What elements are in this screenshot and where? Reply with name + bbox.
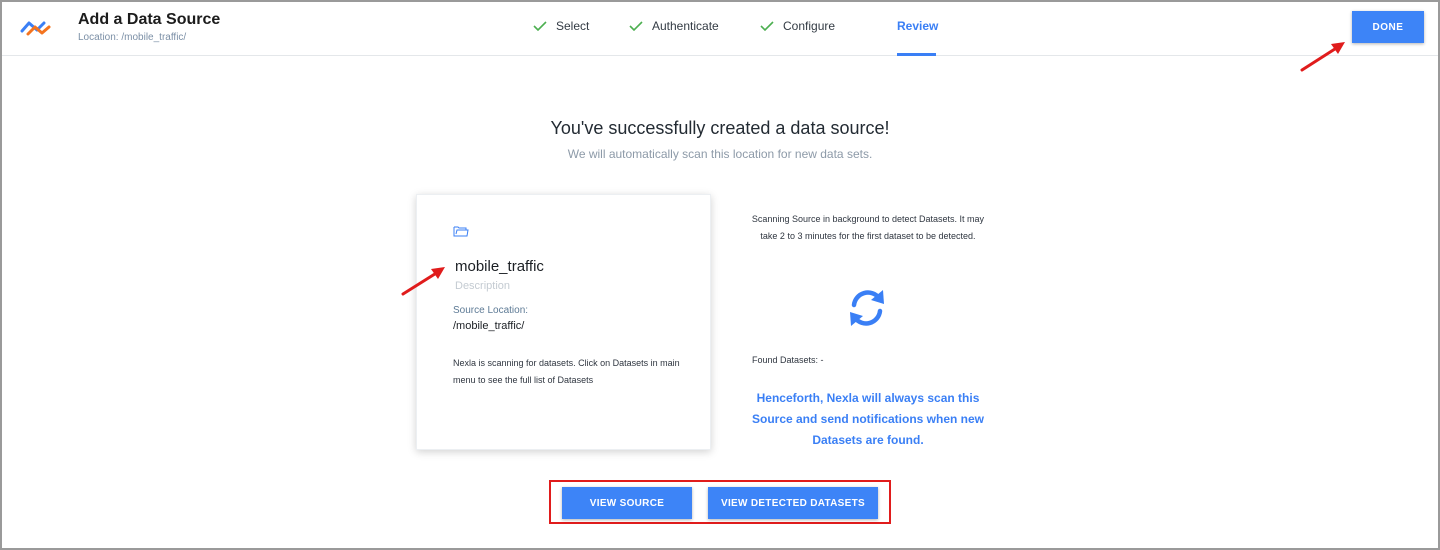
step-label: Configure bbox=[783, 19, 836, 33]
wizard-steps: Select Authenticate Configure Review bbox=[2, 2, 1438, 56]
success-heading: You've successfully created a data sourc… bbox=[550, 118, 890, 138]
found-datasets: Found Datasets: - bbox=[752, 355, 824, 365]
source-location-label: Source Location: bbox=[453, 305, 529, 316]
step-label: Select bbox=[556, 19, 590, 33]
step-configure[interactable]: Configure bbox=[760, 19, 835, 33]
source-location-value: /mobile_traffic/ bbox=[453, 320, 525, 332]
check-icon bbox=[629, 21, 643, 31]
scanning-message: Nexla is scanning for datasets. Click on… bbox=[453, 358, 680, 385]
refresh-icon bbox=[850, 290, 884, 326]
active-step-indicator bbox=[897, 53, 936, 56]
scan-status-text: Scanning Source in background to detect … bbox=[751, 214, 985, 241]
step-authenticate[interactable]: Authenticate bbox=[629, 19, 719, 33]
step-select[interactable]: Select bbox=[533, 19, 589, 33]
source-description[interactable]: Description bbox=[455, 280, 510, 292]
annotation-arrow-done bbox=[1300, 42, 1345, 72]
check-icon bbox=[533, 21, 547, 31]
check-icon bbox=[760, 21, 774, 31]
view-detected-datasets-button[interactable]: VIEW DETECTED DATASETS bbox=[708, 487, 878, 519]
step-label: Authenticate bbox=[652, 19, 719, 33]
source-name: mobile_traffic bbox=[455, 258, 544, 275]
step-label: Review bbox=[897, 19, 939, 33]
annotation-arrow-source-name bbox=[401, 267, 445, 296]
source-card: mobile_traffic Description Source Locati… bbox=[416, 194, 711, 450]
success-subheading: We will automatically scan this location… bbox=[567, 147, 873, 161]
done-button[interactable]: DONE bbox=[1352, 11, 1424, 43]
henceforth-message: Henceforth, Nexla will always scan this … bbox=[751, 391, 985, 447]
header: Add a Data Source Location: /mobile_traf… bbox=[2, 2, 1438, 56]
window-frame bbox=[0, 0, 1440, 550]
step-review[interactable]: Review bbox=[897, 19, 938, 33]
view-source-button[interactable]: VIEW SOURCE bbox=[562, 487, 692, 519]
folder-icon bbox=[453, 226, 469, 237]
